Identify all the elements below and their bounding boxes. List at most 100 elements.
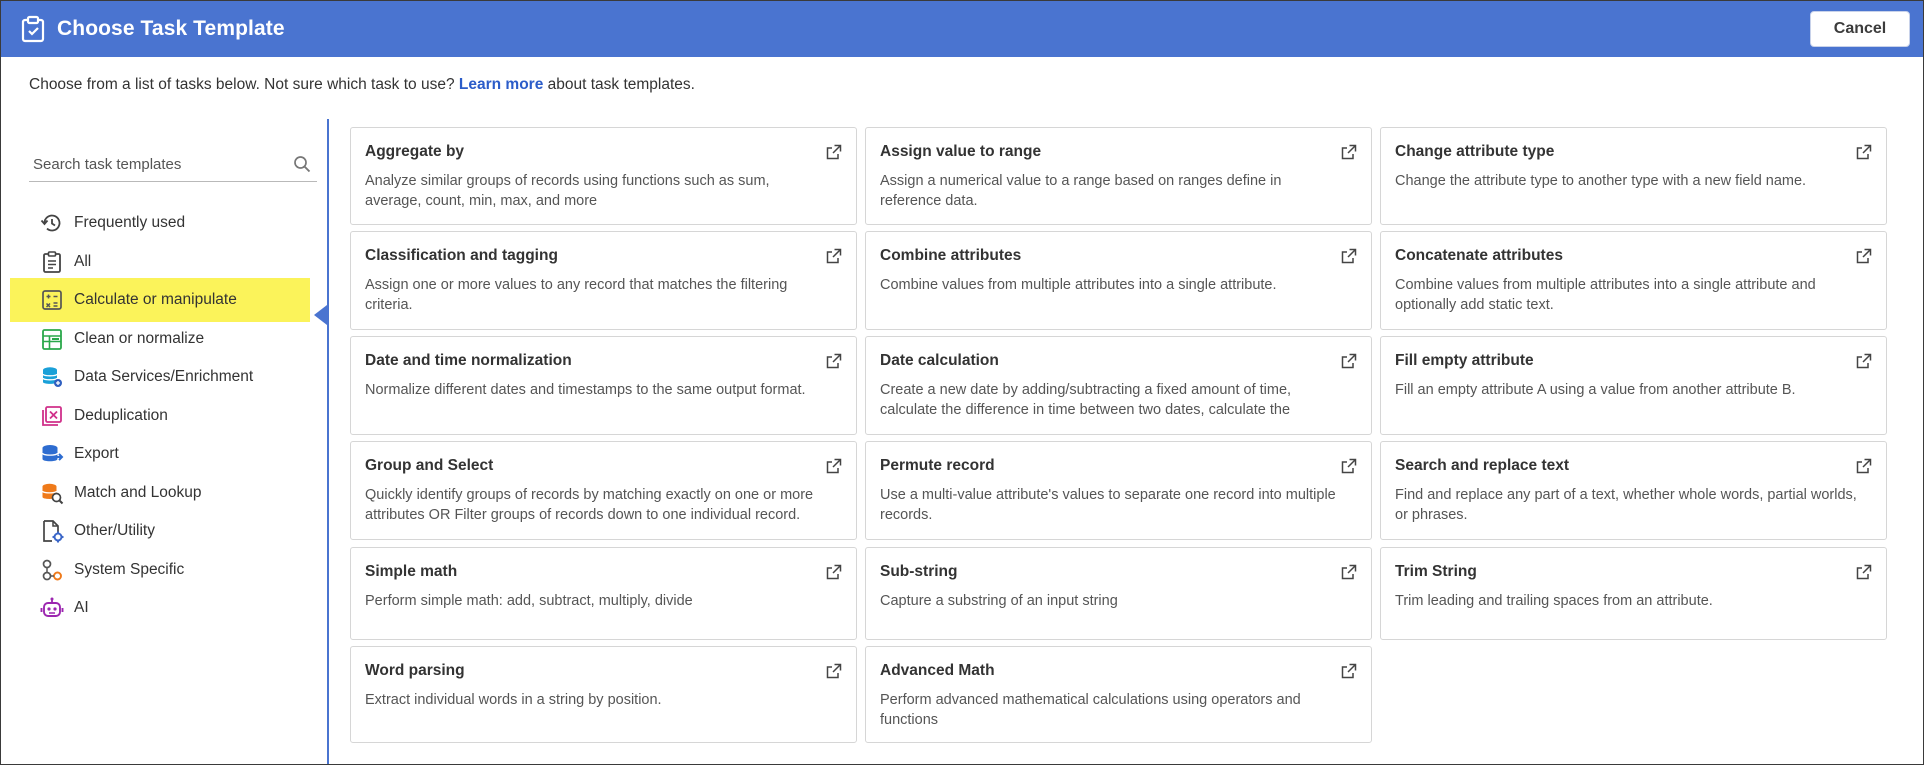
history-icon [40,211,64,235]
template-description: Quickly identify groups of records by ma… [365,487,814,523]
template-card-sub-string[interactable]: Sub-string Capture a substring of an inpu… [865,547,1372,640]
intro-before: Choose from a list of tasks below. Not s… [29,76,459,93]
template-title: Change attribute type [1395,143,1555,160]
clipboard-icon [40,250,64,274]
sidebar-item-label: Frequently used [74,214,186,231]
template-title: Trim String [1395,563,1477,580]
sidebar-item-label: All [74,253,92,270]
open-external-icon[interactable] [826,353,842,369]
sidebar-item-label: System Specific [74,561,185,578]
sidebar-item-label: Deduplication [74,407,168,424]
selection-pointer [314,305,327,325]
template-card-assign-value-to-range[interactable]: Assign value to range Assign a numerical … [865,127,1372,225]
template-description: Combine values from multiple attributes … [880,277,1277,293]
open-external-icon[interactable] [1341,458,1357,474]
template-title: Date and time normalization [365,352,572,369]
sidebar-item-label: Calculate or manipulate [74,291,237,308]
template-description: Find and replace any part of a text, whe… [1395,487,1857,523]
search-box [29,148,317,182]
template-description: Change the attribute type to another typ… [1395,173,1807,189]
sidebar-item-other-utility[interactable]: Other/Utility [10,509,310,553]
open-external-icon[interactable] [1341,564,1357,580]
template-title: Sub-string [880,563,958,580]
template-title: Date calculation [880,352,999,369]
template-description: Fill an empty attribute A using a value … [1395,382,1796,398]
sidebar-item-data-services-enrichment[interactable]: Data Services/Enrichment [10,355,310,399]
template-description: Assign one or more values to any record … [365,277,788,313]
template-card-group-and-select[interactable]: Group and Select Quickly identify groups … [350,441,857,540]
open-external-icon[interactable] [1856,144,1872,160]
learn-more-link[interactable]: Learn more [459,76,543,93]
template-card-aggregate-by[interactable]: Aggregate by Analyze similar groups of re… [350,127,857,225]
open-external-icon[interactable] [1856,564,1872,580]
template-description: Perform advanced mathematical calculatio… [880,692,1301,728]
template-description: Create a new date by adding/subtracting … [880,382,1292,418]
template-title: Fill empty attribute [1395,352,1534,369]
deduplicate-icon [40,404,64,428]
spreadsheet-icon [40,327,64,351]
sidebar-item-calculate-or-manipulate[interactable]: Calculate or manipulate [10,278,310,322]
sidebar-item-label: Other/Utility [74,522,155,539]
open-external-icon[interactable] [826,458,842,474]
template-title: Concatenate attributes [1395,247,1563,264]
system-icon [40,558,64,582]
template-description: Perform simple math: add, subtract, mult… [365,593,693,609]
open-external-icon[interactable] [826,663,842,679]
template-description: Trim leading and trailing spaces from an… [1395,593,1713,609]
open-external-icon[interactable] [1341,144,1357,160]
template-description: Capture a substring of an input string [880,593,1118,609]
template-card-advanced-math[interactable]: Advanced Math Perform advanced mathematic… [865,646,1372,743]
clipboard-icon [21,15,45,43]
template-title: Word parsing [365,662,465,679]
template-title: Group and Select [365,457,494,474]
template-card-change-attribute-type[interactable]: Change attribute type Change the attribut… [1380,127,1887,225]
match-lookup-icon [40,481,64,505]
search-input[interactable] [33,152,283,176]
sidebar-item-ai[interactable]: AI [10,586,310,630]
sidebar-item-label: Match and Lookup [74,484,202,501]
template-card-date-and-time-normalization[interactable]: Date and time normalization Normalize dif… [350,336,857,435]
open-external-icon[interactable] [1341,353,1357,369]
template-card-date-calculation[interactable]: Date calculation Create a new date by add… [865,336,1372,435]
sidebar-item-frequently-used[interactable]: Frequently used [10,201,310,245]
template-card-simple-math[interactable]: Simple math Perform simple math: add, sub… [350,547,857,640]
template-card-concatenate-attributes[interactable]: Concatenate attributes Combine values fro… [1380,231,1887,330]
template-description: Combine values from multiple attributes … [1395,277,1816,313]
template-card-fill-empty-attribute[interactable]: Fill empty attribute Fill an empty attrib… [1380,336,1887,435]
search-icon[interactable] [293,155,311,173]
sidebar-item-label: AI [74,599,89,616]
open-external-icon[interactable] [1856,353,1872,369]
intro-text: Choose from a list of tasks below. Not s… [29,76,695,94]
dialog-header: Choose Task Template Cancel [1,1,1923,57]
open-external-icon[interactable] [826,144,842,160]
sidebar-divider [327,119,329,764]
template-card-trim-string[interactable]: Trim String Trim leading and trailing spa… [1380,547,1887,640]
open-external-icon[interactable] [1341,248,1357,264]
template-card-word-parsing[interactable]: Word parsing Extract individual words in … [350,646,857,743]
open-external-icon[interactable] [826,248,842,264]
template-description: Analyze similar groups of records using … [365,173,770,209]
open-external-icon[interactable] [1856,248,1872,264]
template-card-search-and-replace-text[interactable]: Search and replace text Find and replace … [1380,441,1887,540]
open-external-icon[interactable] [1341,663,1357,679]
template-title: Assign value to range [880,143,1042,160]
database-icon [40,365,64,389]
cancel-button[interactable]: Cancel [1810,11,1910,47]
template-description: Assign a numerical value to a range base… [880,173,1282,209]
template-title: Advanced Math [880,662,995,679]
open-external-icon[interactable] [826,564,842,580]
template-description: Use a multi-value attribute's values to … [880,487,1336,523]
template-card-permute-record[interactable]: Permute record Use a multi-value attribut… [865,441,1372,540]
robot-icon [40,596,64,620]
template-title: Simple math [365,563,458,580]
open-external-icon[interactable] [1856,458,1872,474]
utility-icon [40,519,64,543]
sidebar-item-export[interactable]: Export [10,432,310,476]
export-icon [40,442,64,466]
template-card-combine-attributes[interactable]: Combine attributes Combine values from mu… [865,231,1372,330]
template-title: Permute record [880,457,995,474]
template-card-classification-and-tagging[interactable]: Classification and tagging Assign one or … [350,231,857,330]
calculator-icon [40,288,64,312]
sidebar-item-label: Data Services/Enrichment [74,368,254,385]
template-title: Combine attributes [880,247,1022,264]
